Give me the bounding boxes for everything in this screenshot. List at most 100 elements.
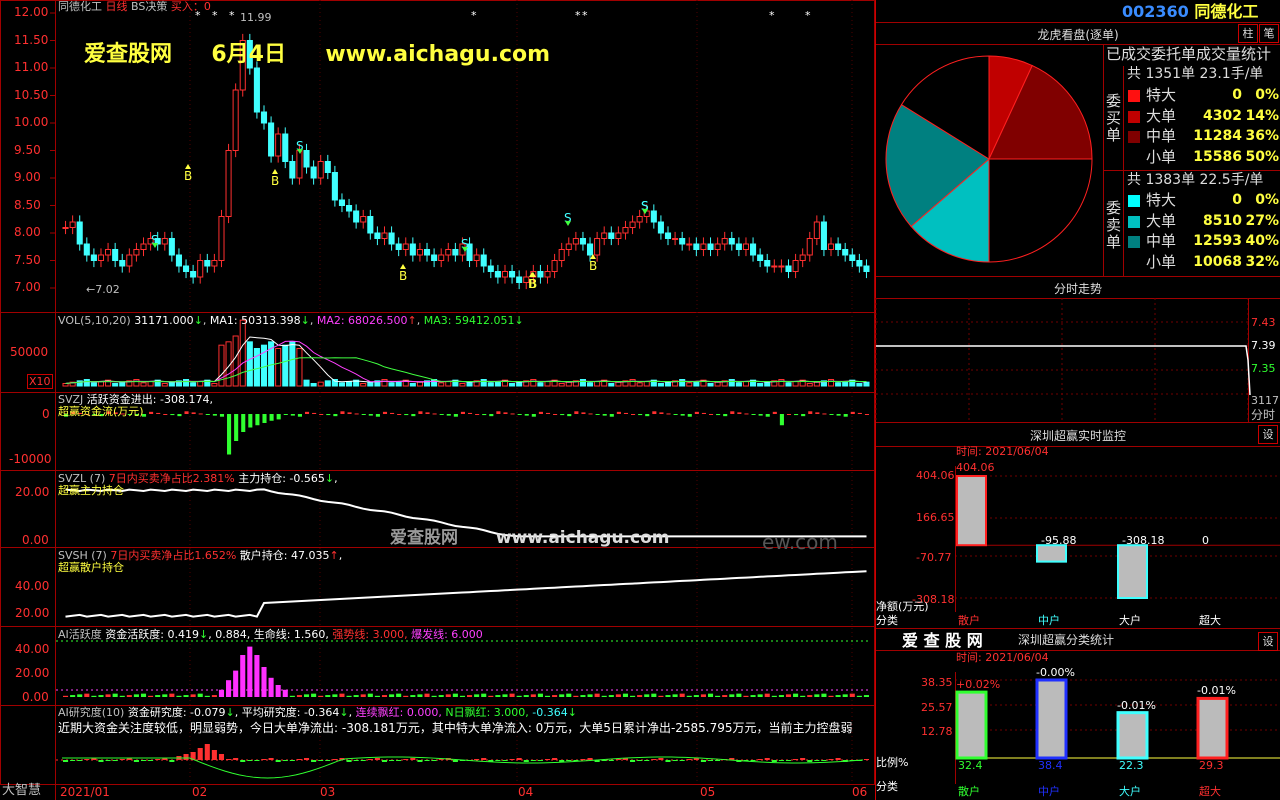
- activity-bar: [63, 695, 69, 697]
- svsh-retail: 散户持仓: 47.035: [239, 549, 330, 562]
- volume-bar: [112, 383, 119, 387]
- buy_rows-vol: 15586: [1193, 148, 1242, 165]
- volume-bar: [147, 381, 154, 387]
- research-bar: [353, 760, 359, 761]
- research-bar: [637, 760, 643, 761]
- fund-flow-bar: [205, 414, 210, 415]
- research-bar: [332, 759, 338, 760]
- high-price-label: 11.99: [240, 11, 272, 24]
- star-marker: *: [805, 9, 811, 22]
- activity-bar: [140, 693, 147, 697]
- candle-body: [480, 254, 487, 267]
- period-label[interactable]: 日线: [106, 0, 128, 13]
- activity-bar: [502, 694, 508, 697]
- activity-bar: [190, 694, 196, 697]
- research-bar: [814, 760, 820, 761]
- candle-body: [331, 172, 338, 201]
- activity-bar: [722, 695, 728, 697]
- fund-flow-bar: [751, 414, 756, 415]
- fund-flow-bar: [432, 413, 437, 415]
- vol-unit-box[interactable]: X10: [27, 374, 53, 389]
- price-tick: 11.00: [14, 60, 49, 74]
- pen-toggle-button[interactable]: 笔: [1259, 24, 1279, 43]
- column-toggle-button[interactable]: 柱: [1238, 24, 1258, 43]
- watermark-site: 爱查股网: [84, 42, 173, 67]
- indicator-label: BS决策: [131, 0, 168, 13]
- candle-body: [622, 227, 629, 234]
- fund-flow-bar: [227, 414, 232, 455]
- activity-bar: [467, 695, 473, 697]
- fund-flow-bar: [694, 411, 699, 414]
- sell_rows-swatch: [1128, 195, 1140, 207]
- monitor-settings-button[interactable]: 设: [1258, 425, 1278, 444]
- activity-bar: [183, 695, 189, 697]
- monitor-title: 深圳超赢实时监控: [1029, 429, 1126, 443]
- buy_rows-pct: 50%: [1245, 148, 1279, 165]
- stat2-title: 深圳超赢分类统计: [1018, 633, 1115, 647]
- svzl-axis-0: 0.00: [22, 533, 49, 547]
- svzj-subtitle: 超赢资金流(万元): [58, 405, 144, 418]
- activity-bar: [240, 655, 246, 697]
- star-marker: *: [769, 9, 775, 22]
- buy-signal-label: 买入：0: [170, 0, 211, 13]
- fund-flow-bar: [354, 413, 359, 415]
- research-bar: [502, 760, 508, 761]
- price-tick: 7.00: [14, 280, 41, 294]
- activity-bar: [686, 695, 692, 697]
- activity-bar: [630, 695, 636, 697]
- activity-bar: [771, 695, 777, 697]
- volume-bar: [728, 379, 735, 387]
- activity-bar: [622, 693, 629, 697]
- stat2-settings-button[interactable]: 设: [1258, 632, 1278, 651]
- stat2-bottom-0: 32.4: [958, 759, 983, 772]
- volume-bar: [338, 382, 346, 387]
- research-bar: [282, 760, 288, 761]
- intraday-axis-2: 7.35: [1251, 362, 1276, 375]
- monitor-category-2: 大户: [1119, 614, 1141, 627]
- activity-bar: [835, 695, 841, 697]
- vol-title: VOL(5,10,20): [58, 314, 131, 327]
- ghost-watermark: ew.com: [762, 530, 838, 554]
- activity-bar: [431, 695, 437, 697]
- research-bar: [133, 760, 139, 762]
- fund-flow-bar: [269, 414, 274, 421]
- buy-total: 共 1351单 23.1手/单: [1127, 66, 1264, 82]
- svzj-axis-0: 0: [42, 407, 50, 421]
- fund-flow-bar: [156, 412, 161, 414]
- candle-body: [565, 243, 572, 250]
- candle-body: [353, 210, 360, 223]
- candle-body: [253, 67, 260, 113]
- fund-flow-bar: [808, 411, 813, 414]
- fund-flow-bar: [857, 412, 862, 414]
- chart-area[interactable]: S B B S S B S B B S B S * * * * * * * * 同德化工 日线 BS决策 买入：0 1…: [0, 0, 875, 800]
- fund-flow-bar: [340, 411, 345, 414]
- candle-body: [346, 205, 353, 212]
- research-bar: [821, 760, 827, 761]
- activity-bar: [155, 695, 161, 697]
- research-bar: [481, 758, 487, 760]
- research-bar: [452, 760, 458, 762]
- research-bar: [112, 760, 118, 761]
- volume-bar: [778, 379, 785, 387]
- buy_rows-swatch: [1128, 110, 1140, 123]
- fund-flow-bar: [822, 413, 827, 415]
- research-bar: [771, 760, 777, 762]
- sell_rows-pct: 32%: [1245, 253, 1279, 270]
- fund-flow-bar: [297, 414, 302, 417]
- activity-bar: [367, 693, 373, 697]
- monitor-class-label: 分类: [876, 614, 898, 627]
- candle-body: [416, 249, 423, 256]
- price-tick: 11.50: [14, 32, 49, 47]
- activity-bar: [566, 693, 572, 697]
- candle-body: [395, 243, 402, 250]
- research-fund: 资金研究度: -0.079: [127, 706, 226, 719]
- candle-body: [537, 271, 544, 278]
- research-bar: [700, 760, 706, 762]
- research-bar: [63, 760, 69, 762]
- fund-flow-bar: [588, 413, 593, 415]
- candle-body: [119, 260, 126, 267]
- volume-bar: [246, 341, 253, 387]
- candle-body: [260, 111, 268, 124]
- software-corner: 大智慧: [2, 783, 42, 798]
- candle-body: [792, 260, 799, 272]
